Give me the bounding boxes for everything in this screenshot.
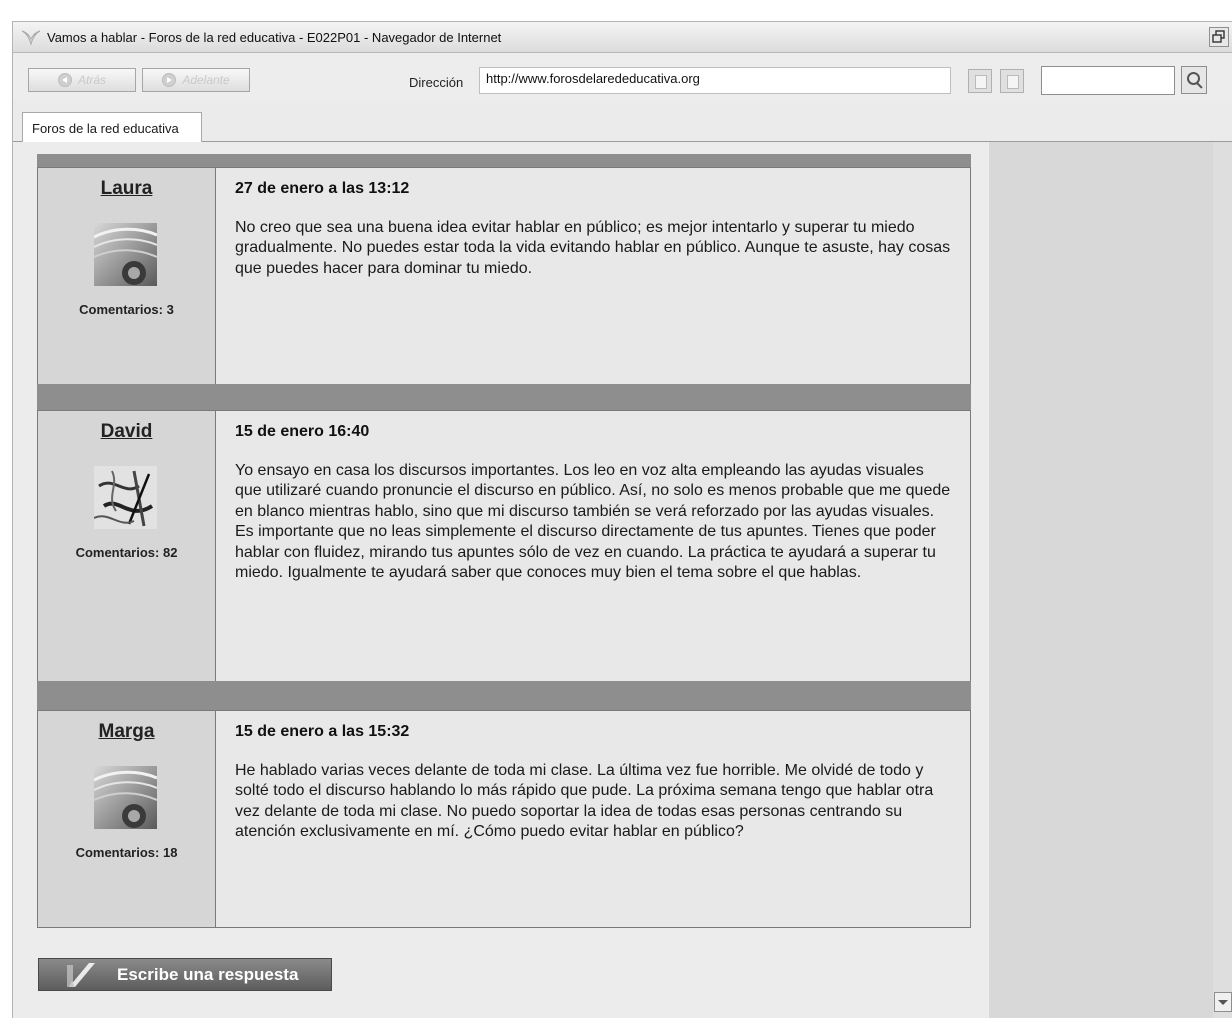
post-date: 15 de enero a las 15:32 <box>235 723 410 740</box>
write-reply-button[interactable]: Escribe una respuesta <box>38 958 332 991</box>
browser-window: Vamos a hablar - Foros de la red educati… <box>12 21 1232 1018</box>
restore-icon <box>1212 30 1225 43</box>
paste-icon <box>1007 75 1019 89</box>
tab-strip: Foros de la red educativa <box>13 101 1232 142</box>
forum-post: Marga Comentarios: 18 15 de enero a las … <box>37 710 971 928</box>
paste-button[interactable] <box>1000 69 1024 93</box>
avatar-image <box>94 766 157 829</box>
right-panel <box>989 142 1213 1018</box>
pencil-icon <box>67 963 95 987</box>
avatar-image <box>94 223 157 286</box>
post-separator <box>37 154 971 168</box>
post-author-link[interactable]: Marga <box>38 721 215 743</box>
address-label: Dirección <box>409 75 464 90</box>
comment-count: Comentarios: 82 <box>75 545 178 560</box>
forward-arrow-icon <box>162 73 177 87</box>
post-date: 27 de enero a las 13:12 <box>235 180 410 197</box>
forum-post: David Comentarios: 82 15 de enero 16:40 … <box>37 410 971 682</box>
write-reply-label: Escribe una respuesta <box>117 965 299 984</box>
address-input[interactable]: http://www.forosdelarededucativa.org <box>479 67 951 94</box>
post-author-panel: Marga Comentarios: 18 <box>38 711 216 927</box>
scroll-down-arrow-icon[interactable] <box>1214 992 1232 1012</box>
forward-button[interactable]: Adelante <box>142 68 250 92</box>
page-content: Laura Comentarios: 3 27 de enero a las 1… <box>13 142 1232 1018</box>
post-author-link[interactable]: David <box>38 421 215 443</box>
restore-window-button[interactable] <box>1209 27 1229 47</box>
post-date: 15 de enero 16:40 <box>235 423 370 440</box>
title-bar: Vamos a hablar - Foros de la red educati… <box>13 22 1232 53</box>
post-author-panel: Laura Comentarios: 3 <box>38 168 216 384</box>
back-arrow-icon <box>57 73 72 87</box>
avatar-image <box>94 466 157 529</box>
back-button-label: Atrás <box>77 73 106 87</box>
comment-count: Comentarios: 3 <box>79 302 174 317</box>
post-text: Yo ensayo en casa los discursos importan… <box>235 462 951 582</box>
post-author-link[interactable]: Laura <box>38 178 215 200</box>
copy-icon <box>975 75 987 89</box>
tab-foros[interactable]: Foros de la red educativa <box>22 112 202 142</box>
post-text: He hablado varias veces delante de toda … <box>235 762 934 841</box>
post-separator <box>37 681 971 711</box>
post-separator <box>37 384 971 411</box>
window-title: Vamos a hablar - Foros de la red educati… <box>47 30 502 45</box>
copy-button[interactable] <box>968 69 992 93</box>
navigation-toolbar: Atrás Adelante Dirección http://www.foro… <box>13 53 1232 101</box>
vertical-scrollbar[interactable] <box>1213 142 1232 1018</box>
post-text: No creo que sea una buena idea evitar ha… <box>235 219 951 277</box>
search-button[interactable] <box>1181 66 1207 94</box>
comment-count: Comentarios: 18 <box>75 845 178 860</box>
back-button[interactable]: Atrás <box>28 68 136 92</box>
forward-button-label: Adelante <box>182 73 230 87</box>
browser-logo-icon <box>21 30 41 46</box>
post-author-panel: David Comentarios: 82 <box>38 411 216 681</box>
search-input[interactable] <box>1041 66 1175 95</box>
forum-post: Laura Comentarios: 3 27 de enero a las 1… <box>37 167 971 385</box>
